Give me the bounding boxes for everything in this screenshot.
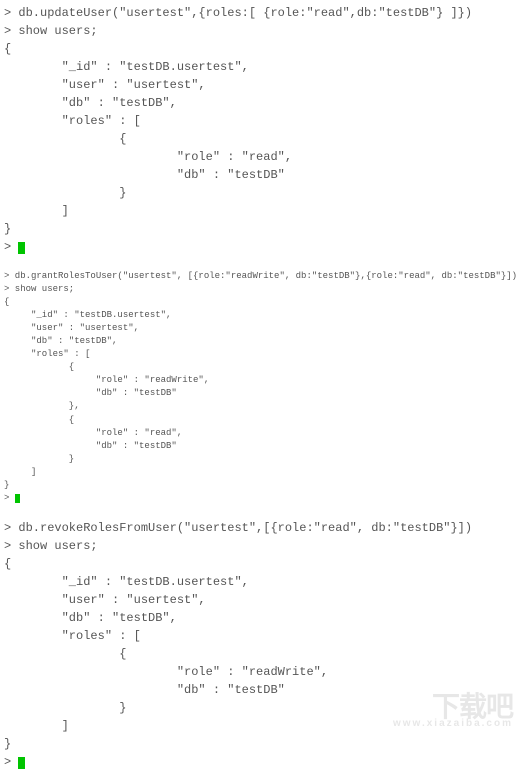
terminal-block-2: > db.grantRolesToUser("usertest", [{role…: [4, 270, 515, 505]
terminal-block-1: > db.updateUser("usertest",{roles:[ {rol…: [4, 4, 515, 256]
output-text: { "_id" : "testDB.usertest", "user" : "u…: [4, 42, 292, 236]
command-line: > db.revokeRolesFromUser("usertest",[{ro…: [4, 521, 472, 535]
prompt[interactable]: >: [4, 240, 18, 254]
command-line: > db.updateUser("usertest",{roles:[ {rol…: [4, 6, 472, 20]
cursor-icon: [18, 242, 25, 254]
output-text: { "_id" : "testDB.usertest", "user" : "u…: [4, 297, 209, 490]
cursor-icon: [15, 494, 20, 503]
command-line: > show users;: [4, 24, 98, 38]
command-line: > db.grantRolesToUser("usertest", [{role…: [4, 271, 517, 281]
command-line: > show users;: [4, 284, 74, 294]
terminal-block-3: > db.revokeRolesFromUser("usertest",[{ro…: [4, 519, 515, 771]
command-line: > show users;: [4, 539, 98, 553]
cursor-icon: [18, 757, 25, 769]
output-text: { "_id" : "testDB.usertest", "user" : "u…: [4, 557, 328, 751]
prompt[interactable]: >: [4, 493, 15, 503]
prompt[interactable]: >: [4, 755, 18, 769]
